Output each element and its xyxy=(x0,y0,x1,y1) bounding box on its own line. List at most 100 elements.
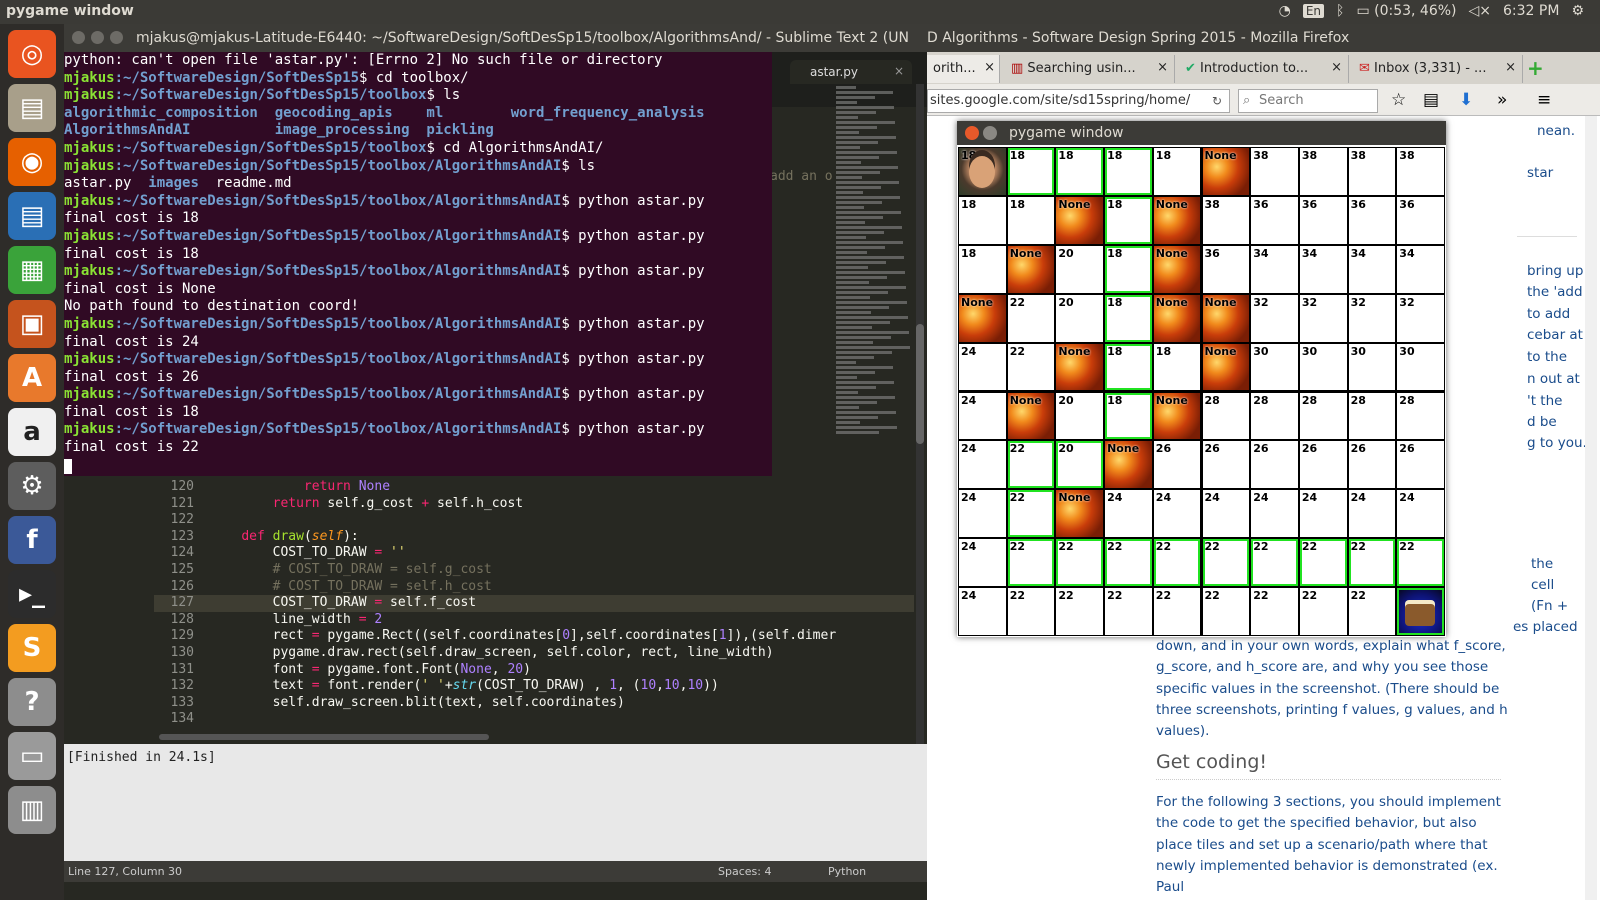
menu-hamburger-icon[interactable]: ≡ xyxy=(1537,90,1551,110)
grid-cell[interactable]: 22 xyxy=(1202,588,1250,635)
grid-cell[interactable]: 22 xyxy=(1007,294,1055,342)
grid-cell[interactable]: 24 xyxy=(959,392,1006,440)
lava-tile[interactable]: None xyxy=(1105,441,1152,489)
reading-list-icon[interactable]: ▤ xyxy=(1423,90,1439,110)
grid-cell[interactable]: 28 xyxy=(1348,392,1396,440)
keyboard-layout-indicator[interactable]: En xyxy=(1302,4,1325,18)
grid-cell[interactable]: 18 xyxy=(1056,148,1104,195)
close-tab-icon[interactable]: × xyxy=(1505,60,1516,75)
grid-cell[interactable]: 26 xyxy=(1153,441,1201,489)
grid-cell[interactable]: 34 xyxy=(1251,245,1298,293)
terminal-window[interactable]: python: can't open file 'astar.py': [Err… xyxy=(64,52,772,476)
grid-cell[interactable]: 18 xyxy=(1153,343,1201,391)
grid-cell[interactable]: 22 xyxy=(1007,539,1055,587)
grid-cell[interactable]: 36 xyxy=(1202,245,1250,293)
ubuntu-logo-icon[interactable]: ◎ xyxy=(8,30,56,78)
lava-tile[interactable]: None xyxy=(1056,343,1104,391)
grid-cell[interactable]: 22 xyxy=(1056,539,1104,587)
grid-cell[interactable]: 18 xyxy=(1105,148,1152,195)
grid-cell[interactable]: 22 xyxy=(1202,539,1250,587)
tab-algorithms[interactable]: orith... × xyxy=(927,55,1000,83)
lava-tile[interactable]: None xyxy=(959,294,1006,342)
grid-cell[interactable]: 22 xyxy=(1299,539,1347,587)
maximize-window-button[interactable] xyxy=(110,31,123,44)
close-tab-icon[interactable]: × xyxy=(1157,60,1168,75)
grid-cell[interactable]: 18 xyxy=(1105,196,1152,244)
indentation-setting[interactable]: Spaces: 4 xyxy=(718,865,828,878)
disk-icon[interactable]: ▭ xyxy=(8,732,56,780)
code-editor[interactable]: 120 return None 121 return self.g_cost + … xyxy=(154,479,914,734)
horizontal-scrollbar[interactable] xyxy=(159,734,489,740)
lava-tile[interactable]: None xyxy=(1056,196,1104,244)
grid-cell[interactable]: 34 xyxy=(1397,245,1444,293)
lava-tile[interactable]: None xyxy=(1202,294,1250,342)
editor-scrollbar[interactable] xyxy=(916,84,924,744)
grid-cell[interactable]: 24 xyxy=(1397,490,1444,538)
grid-cell[interactable]: 24 xyxy=(959,441,1006,489)
grid-cell[interactable]: 18 xyxy=(959,196,1006,244)
grid-cell[interactable]: 22 xyxy=(1007,343,1055,391)
grid-cell[interactable]: 32 xyxy=(1348,294,1396,342)
grid-cell[interactable]: 24 xyxy=(1251,490,1298,538)
grid-cell[interactable]: 18 xyxy=(1105,245,1152,293)
volume-icon[interactable]: ◁× xyxy=(1469,3,1492,19)
lava-tile[interactable]: None xyxy=(1153,196,1201,244)
grid-cell[interactable]: 22 xyxy=(1251,588,1298,635)
minimize-window-button[interactable] xyxy=(91,31,104,44)
grid-cell[interactable]: 24 xyxy=(959,588,1006,635)
terminal-icon[interactable]: ▸_ xyxy=(8,570,56,618)
lava-tile[interactable]: None xyxy=(1202,343,1250,391)
settings-icon[interactable]: ⚙ xyxy=(8,462,56,510)
lava-tile[interactable]: None xyxy=(1007,392,1055,440)
grid-cell[interactable]: 34 xyxy=(1348,245,1396,293)
grid-cell[interactable]: 24 xyxy=(1299,490,1347,538)
tab-introduction[interactable]: ✔ Introduction to... × xyxy=(1179,55,1349,83)
lava-tile[interactable]: None xyxy=(1056,490,1104,538)
tab-astar-py[interactable]: astar.py × xyxy=(790,60,912,84)
close-tab-icon[interactable]: × xyxy=(984,60,995,75)
grid-cell[interactable]: 26 xyxy=(1348,441,1396,489)
grid-cell[interactable]: 22 xyxy=(1105,539,1152,587)
grid-cell[interactable]: 36 xyxy=(1299,196,1347,244)
grid-cell[interactable]: 22 xyxy=(1251,539,1298,587)
grid-cell[interactable]: 26 xyxy=(1299,441,1347,489)
sublime-icon[interactable]: S xyxy=(8,624,56,672)
reload-icon[interactable]: ↻ xyxy=(1212,94,1222,108)
grid-cell[interactable]: 20 xyxy=(1056,392,1104,440)
tab-inbox[interactable]: ✉ Inbox (3,331) - ... × xyxy=(1353,55,1523,83)
syntax-mode[interactable]: Python xyxy=(828,865,866,878)
close-window-button[interactable] xyxy=(72,31,85,44)
grid-cell[interactable]: 38 xyxy=(1397,148,1444,195)
grid-cell[interactable]: 32 xyxy=(1299,294,1347,342)
grid-cell[interactable]: 32 xyxy=(1397,294,1444,342)
grid-cell[interactable]: 38 xyxy=(1251,148,1298,195)
grid-cell[interactable]: 30 xyxy=(1397,343,1444,391)
grid-cell[interactable]: 18 xyxy=(1007,148,1055,195)
grid-cell[interactable]: 22 xyxy=(1153,588,1201,635)
help-icon[interactable]: ? xyxy=(8,678,56,726)
grid-cell[interactable]: 24 xyxy=(1202,490,1250,538)
files-icon[interactable]: ▤ xyxy=(8,84,56,132)
grid-cell[interactable]: 30 xyxy=(1251,343,1298,391)
grid-cell[interactable]: 38 xyxy=(1348,148,1396,195)
lava-tile[interactable]: None xyxy=(1153,392,1201,440)
lava-tile[interactable]: None xyxy=(1153,245,1201,293)
grid-cell[interactable]: 22 xyxy=(1105,588,1152,635)
grid-cell[interactable]: 22 xyxy=(1397,539,1444,587)
trash-icon[interactable]: ▥ xyxy=(8,786,56,834)
start-tile[interactable]: 18 xyxy=(959,148,1006,195)
grid-cell[interactable]: 20 xyxy=(1056,245,1104,293)
facebook-icon[interactable]: f xyxy=(8,516,56,564)
grid-cell[interactable]: 18 xyxy=(1105,392,1152,440)
grid-cell[interactable]: 26 xyxy=(1251,441,1298,489)
battery-indicator[interactable]: ▭ (0:53, 46%) xyxy=(1356,3,1456,19)
grid-cell[interactable]: 18 xyxy=(1105,343,1152,391)
new-tab-icon[interactable]: + xyxy=(1527,56,1544,80)
grid-cell[interactable]: 32 xyxy=(1251,294,1298,342)
impress-icon[interactable]: ▣ xyxy=(8,300,56,348)
grid-cell[interactable]: 24 xyxy=(1153,490,1201,538)
grid-cell[interactable]: 36 xyxy=(1397,196,1444,244)
lava-tile[interactable]: None xyxy=(1007,245,1055,293)
close-window-button[interactable] xyxy=(965,126,979,140)
grid-cell[interactable]: 24 xyxy=(959,539,1006,587)
